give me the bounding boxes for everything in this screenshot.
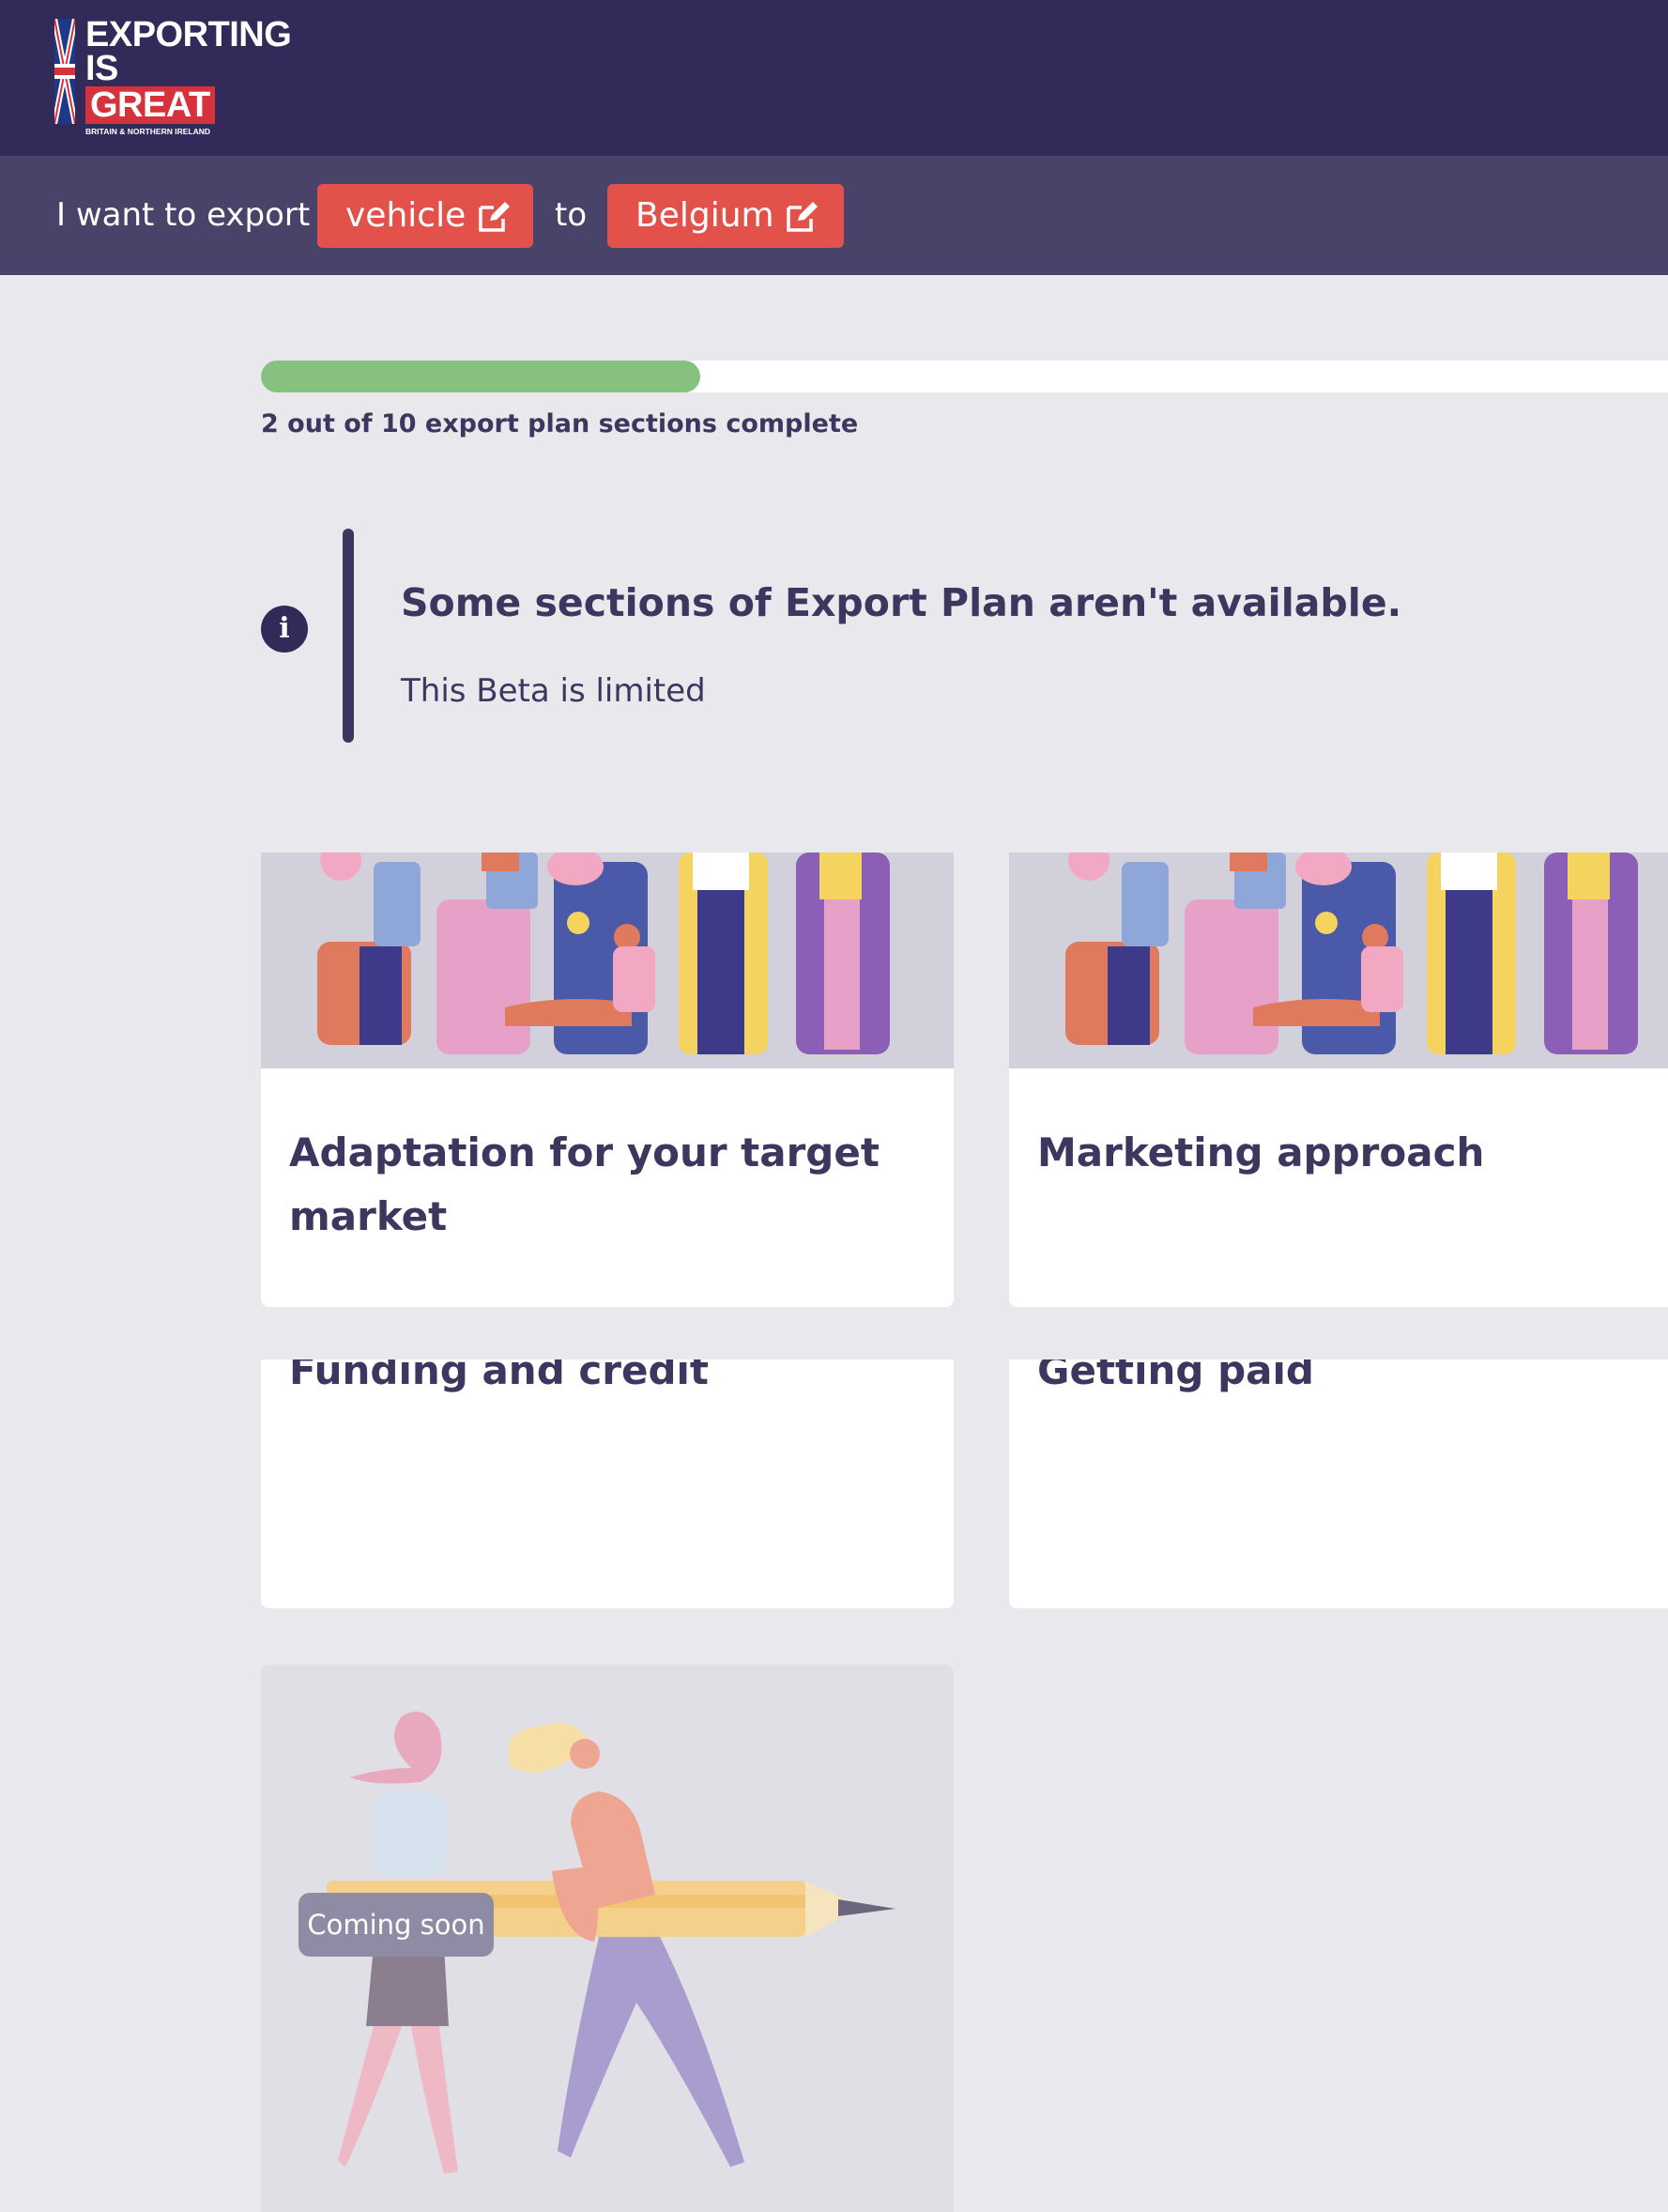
section-card-title-line2: market <box>289 1193 448 1239</box>
section-card-getting-paid[interactable]: Getting paid <box>1009 1359 1668 1608</box>
exporting-is-great-logo[interactable]: EXPORTING IS GREAT BRITAIN & NORTHERN IR… <box>54 17 298 139</box>
coming-soon-badge: Coming soon <box>298 1893 494 1957</box>
edit-icon <box>787 202 818 232</box>
edit-icon <box>479 202 510 232</box>
logo-subline: BRITAIN & NORTHERN IRELAND <box>85 127 211 136</box>
export-prefix-label: I want to export <box>56 196 311 234</box>
top-header: EXPORTING IS GREAT BRITAIN & NORTHERN IR… <box>0 0 1668 156</box>
notice-title: Some sections of Export Plan aren't avai… <box>401 580 1402 625</box>
section-card-title: Marketing approach <box>1037 1129 1485 1175</box>
progress-bar <box>261 361 1668 392</box>
section-card-adaptation[interactable]: Adaptation for your target market <box>261 853 954 1307</box>
logo-word-is: IS <box>85 49 118 88</box>
export-connector-label: to <box>555 196 588 234</box>
notice-divider <box>343 529 354 743</box>
section-card-title: Funding and credit <box>289 1359 710 1393</box>
people-illustration-icon <box>1065 853 1638 1054</box>
product-label: vehicle <box>345 196 467 235</box>
product-edit-button[interactable]: vehicle <box>317 184 533 248</box>
progress-label: 2 out of 10 export plan sections complet… <box>261 409 859 438</box>
section-card-title: Getting paid <box>1037 1359 1314 1393</box>
logo-word-great: GREAT <box>85 86 215 124</box>
section-card-marketing[interactable]: Marketing approach <box>1009 853 1668 1307</box>
notice-body: This Beta is limited <box>401 672 706 710</box>
people-illustration-icon <box>317 853 890 1054</box>
export-intent-bar: I want to export vehicle to Belgium <box>0 156 1668 275</box>
section-card-illustration <box>261 853 954 1068</box>
section-card-illustration <box>1009 853 1668 1068</box>
info-icon: i <box>261 606 308 653</box>
union-flag-icon <box>54 19 75 124</box>
progress-bar-fill <box>261 361 700 392</box>
section-card-funding[interactable]: Funding and credit <box>261 1359 954 1608</box>
market-label: Belgium <box>635 196 774 235</box>
logo-word-exporting: EXPORTING <box>85 15 292 54</box>
section-card-title: Adaptation for your target <box>289 1129 880 1175</box>
market-edit-button[interactable]: Belgium <box>607 184 844 248</box>
